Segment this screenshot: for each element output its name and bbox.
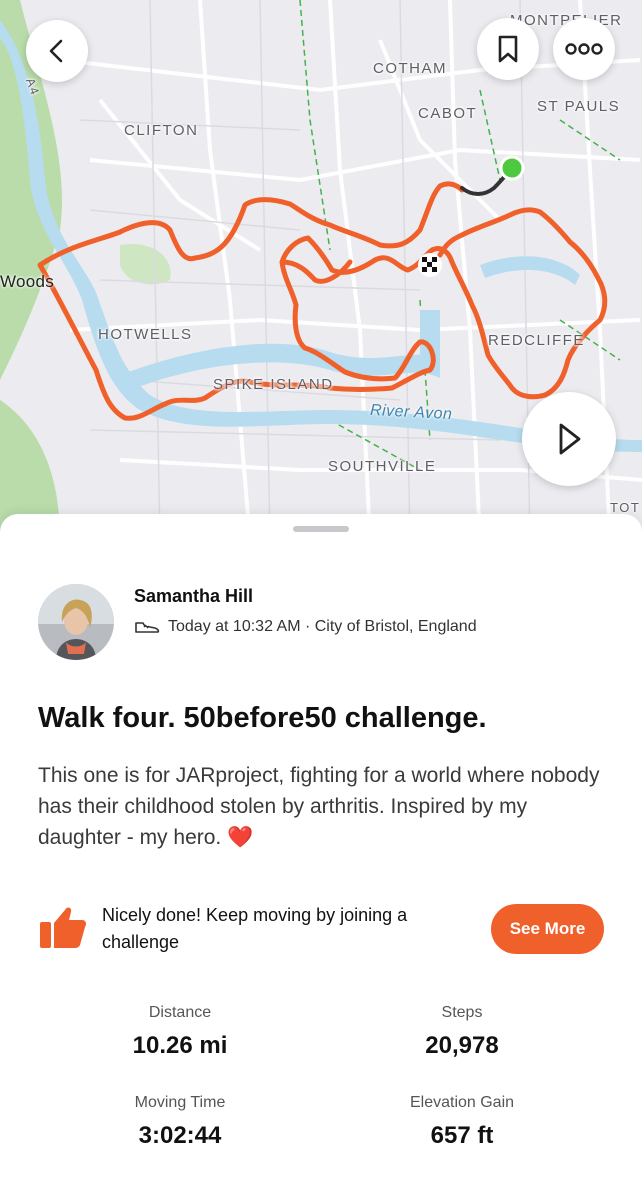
stat-elevation-value: 657 ft [430, 1122, 494, 1149]
bookmark-icon [498, 35, 518, 63]
heart-emoji: ❤️ [227, 826, 254, 849]
activity-title: Walk four. 50before50 challenge. [38, 702, 487, 734]
stat-elevation: Elevation Gain 657 ft [332, 1094, 592, 1150]
stat-distance: Distance 10.26 mi [50, 1004, 310, 1060]
athlete-name[interactable]: Samantha Hill [134, 586, 253, 607]
activity-sheet[interactable]: Samantha Hill Today at 10:32 AM · City o… [0, 514, 642, 1200]
activity-description: This one is for JARproject, fighting for… [38, 760, 608, 853]
stat-moving-time-value: 3:02:44 [138, 1122, 222, 1149]
map-label-woods: Woods [0, 272, 55, 291]
back-button[interactable] [26, 20, 88, 82]
map-label-st-pauls: ST PAULS [537, 98, 621, 115]
start-marker [499, 155, 525, 181]
activity-date-location: Today at 10:32 AM · City of Bristol, Eng… [168, 618, 477, 635]
avatar[interactable] [38, 584, 114, 660]
stat-distance-value: 10.26 mi [132, 1032, 228, 1059]
play-icon [559, 423, 581, 455]
map-label-edge: TOT [610, 500, 641, 515]
map-label-redcliffe: REDCLIFFE [488, 332, 585, 349]
more-options-button[interactable] [553, 18, 615, 80]
stat-steps: Steps 20,978 [332, 1004, 592, 1060]
finish-flag-icon [418, 253, 442, 277]
shoe-icon [135, 622, 160, 633]
chevron-left-icon [49, 39, 63, 63]
map-label-spike-island: SPIKE ISLAND [213, 376, 334, 393]
stat-moving-time: Moving Time 3:02:44 [50, 1094, 310, 1150]
map-label-cabot: CABOT [418, 105, 478, 122]
map-label-hotwells: HOTWELLS [98, 326, 193, 343]
drag-handle[interactable] [293, 526, 349, 532]
play-flyover-button[interactable] [522, 392, 616, 486]
avatar-photo [38, 584, 114, 660]
activity-meta: Today at 10:32 AM · City of Bristol, Eng… [134, 618, 477, 636]
save-button[interactable] [477, 18, 539, 80]
stat-steps-label: Steps [441, 1004, 483, 1021]
more-dots-icon [565, 43, 603, 55]
stat-moving-time-label: Moving Time [134, 1094, 226, 1111]
stat-steps-value: 20,978 [425, 1032, 499, 1059]
stat-distance-label: Distance [148, 1004, 212, 1021]
challenge-prompt: Nicely done! Keep moving by joining a ch… [102, 905, 408, 952]
map-label-clifton: CLIFTON [124, 122, 199, 139]
stat-elevation-label: Elevation Gain [409, 1094, 515, 1111]
map-label-cotham: COTHAM [373, 60, 447, 77]
see-more-button[interactable]: See More [491, 904, 604, 954]
thumbs-up-icon [38, 902, 88, 957]
map-label-southville: SOUTHVILLE [328, 458, 437, 475]
description-text: This one is for JARproject, fighting for… [38, 764, 600, 849]
